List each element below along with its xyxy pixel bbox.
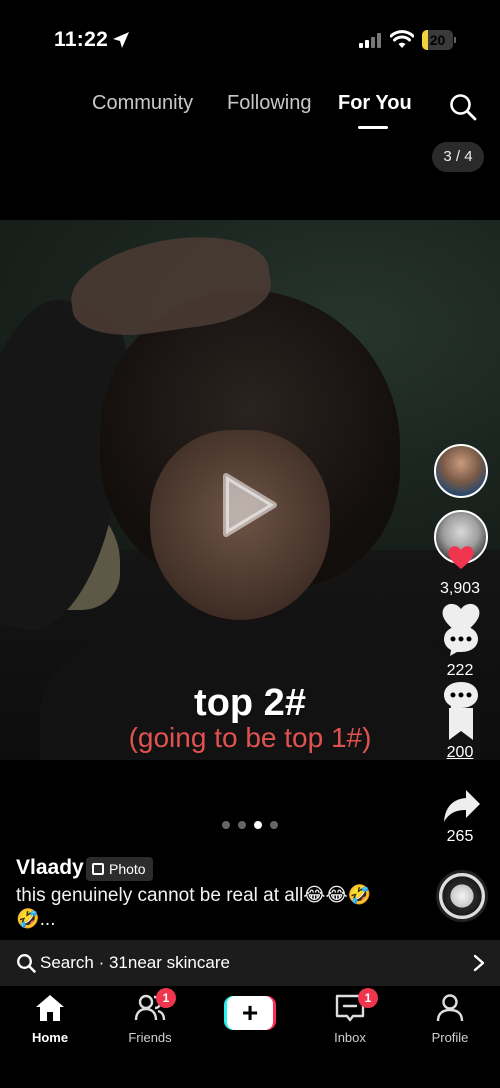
feed-tabs: Community Following For You [0, 88, 500, 138]
profile-icon [436, 994, 464, 1022]
nav-friends[interactable]: 1 Friends [100, 988, 200, 1048]
inbox-notification-badge: 1 [358, 988, 378, 1008]
nav-friends-label: Friends [128, 1030, 172, 1045]
media-caption-title: top 2# [194, 682, 306, 724]
carousel-dots [222, 821, 282, 831]
wifi-icon [390, 30, 414, 48]
create-button[interactable]: + [224, 996, 276, 1030]
status-bar: 11:22 20 [0, 0, 500, 80]
like-count: 3,903 [439, 580, 481, 597]
status-time: 11:22 [54, 28, 109, 51]
share-count: 265 [446, 828, 474, 845]
home-icon [36, 995, 64, 1021]
bookmark-count: 200 [446, 744, 474, 761]
photo-page-indicator: 3 / 4 [432, 142, 484, 172]
comment-icon[interactable] [442, 624, 480, 658]
chevron-right-icon [473, 954, 485, 972]
battery-level: 20 [429, 32, 446, 48]
play-icon[interactable] [222, 472, 278, 538]
tab-following[interactable]: Following [227, 92, 311, 115]
active-tab-indicator [358, 126, 388, 129]
search-icon [17, 954, 36, 973]
search-suggestion-bar[interactable]: Search · 31near skincare [0, 940, 500, 986]
search-suggestion-text: Search · 31near skincare [40, 953, 230, 972]
liked-heart-icon[interactable] [446, 542, 476, 572]
tab-community[interactable]: Community [92, 92, 193, 115]
cellular-signal-icon [359, 33, 383, 48]
location-arrow-icon [113, 32, 129, 48]
nav-inbox[interactable]: 1 Inbox [300, 988, 400, 1048]
nav-inbox-label: Inbox [334, 1030, 366, 1045]
bookmark-icon[interactable] [446, 706, 476, 742]
nav-profile[interactable]: Profile [400, 992, 500, 1048]
share-arrow-icon[interactable] [442, 788, 482, 824]
suggested-creator-avatar[interactable] [434, 444, 488, 498]
music-disc-icon[interactable] [436, 870, 488, 922]
post-description[interactable]: this genuinely cannot be real at all😂😂🤣🤣… [16, 884, 376, 932]
search-icon[interactable] [448, 92, 478, 122]
friends-notification-badge: 1 [156, 988, 176, 1008]
comment-count: 222 [446, 662, 474, 679]
photo-mode-badge: Photo [86, 857, 153, 881]
nav-profile-label: Profile [431, 1030, 469, 1045]
photo-badge-label: Photo [109, 861, 146, 877]
photo-icon [92, 863, 104, 875]
plus-icon: + [241, 997, 259, 1028]
nav-home-label: Home [31, 1030, 69, 1045]
creator-username[interactable]: Vlaady [16, 856, 84, 880]
battery-icon: 20 [422, 30, 456, 50]
tab-for-you[interactable]: For You [338, 92, 412, 115]
bottom-navigation: Home 1 Friends + 1 Inbox Profile [0, 986, 500, 1088]
nav-home[interactable]: Home [0, 992, 100, 1048]
